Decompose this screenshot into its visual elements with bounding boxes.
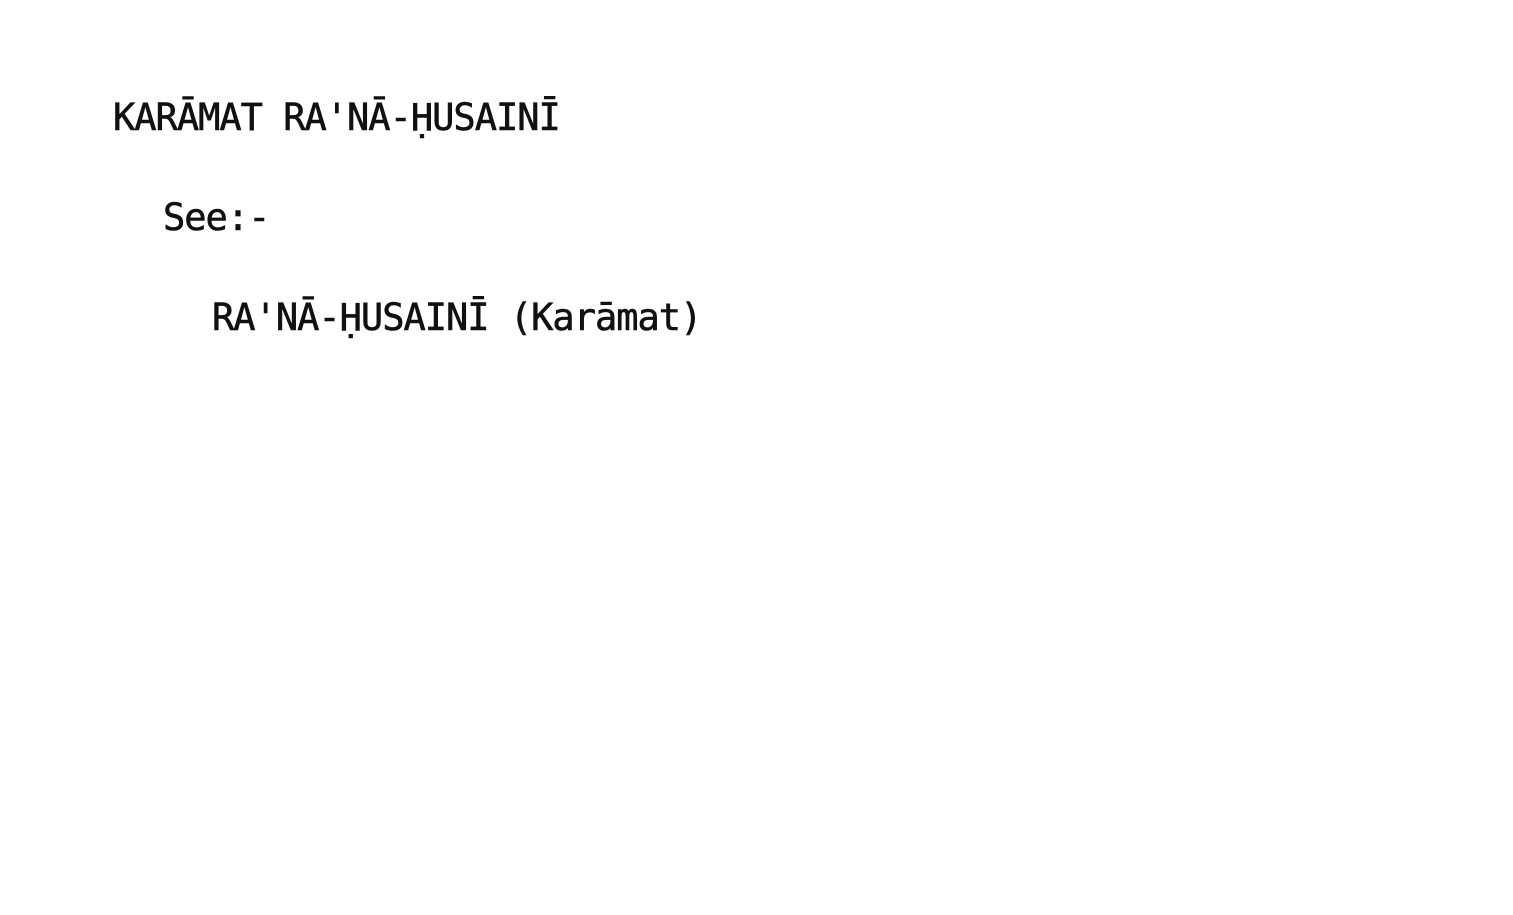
cross-reference: RA'NĀ-ḤUSAINĪ (Karāmat) [212,296,703,339]
catalog-card: KARĀMAT RA'NĀ-ḤUSAINĪ See:- RA'NĀ-ḤUSAIN… [0,0,1513,915]
see-label: See:- [163,196,271,239]
card-heading: KARĀMAT RA'NĀ-ḤUSAINĪ [113,96,561,139]
